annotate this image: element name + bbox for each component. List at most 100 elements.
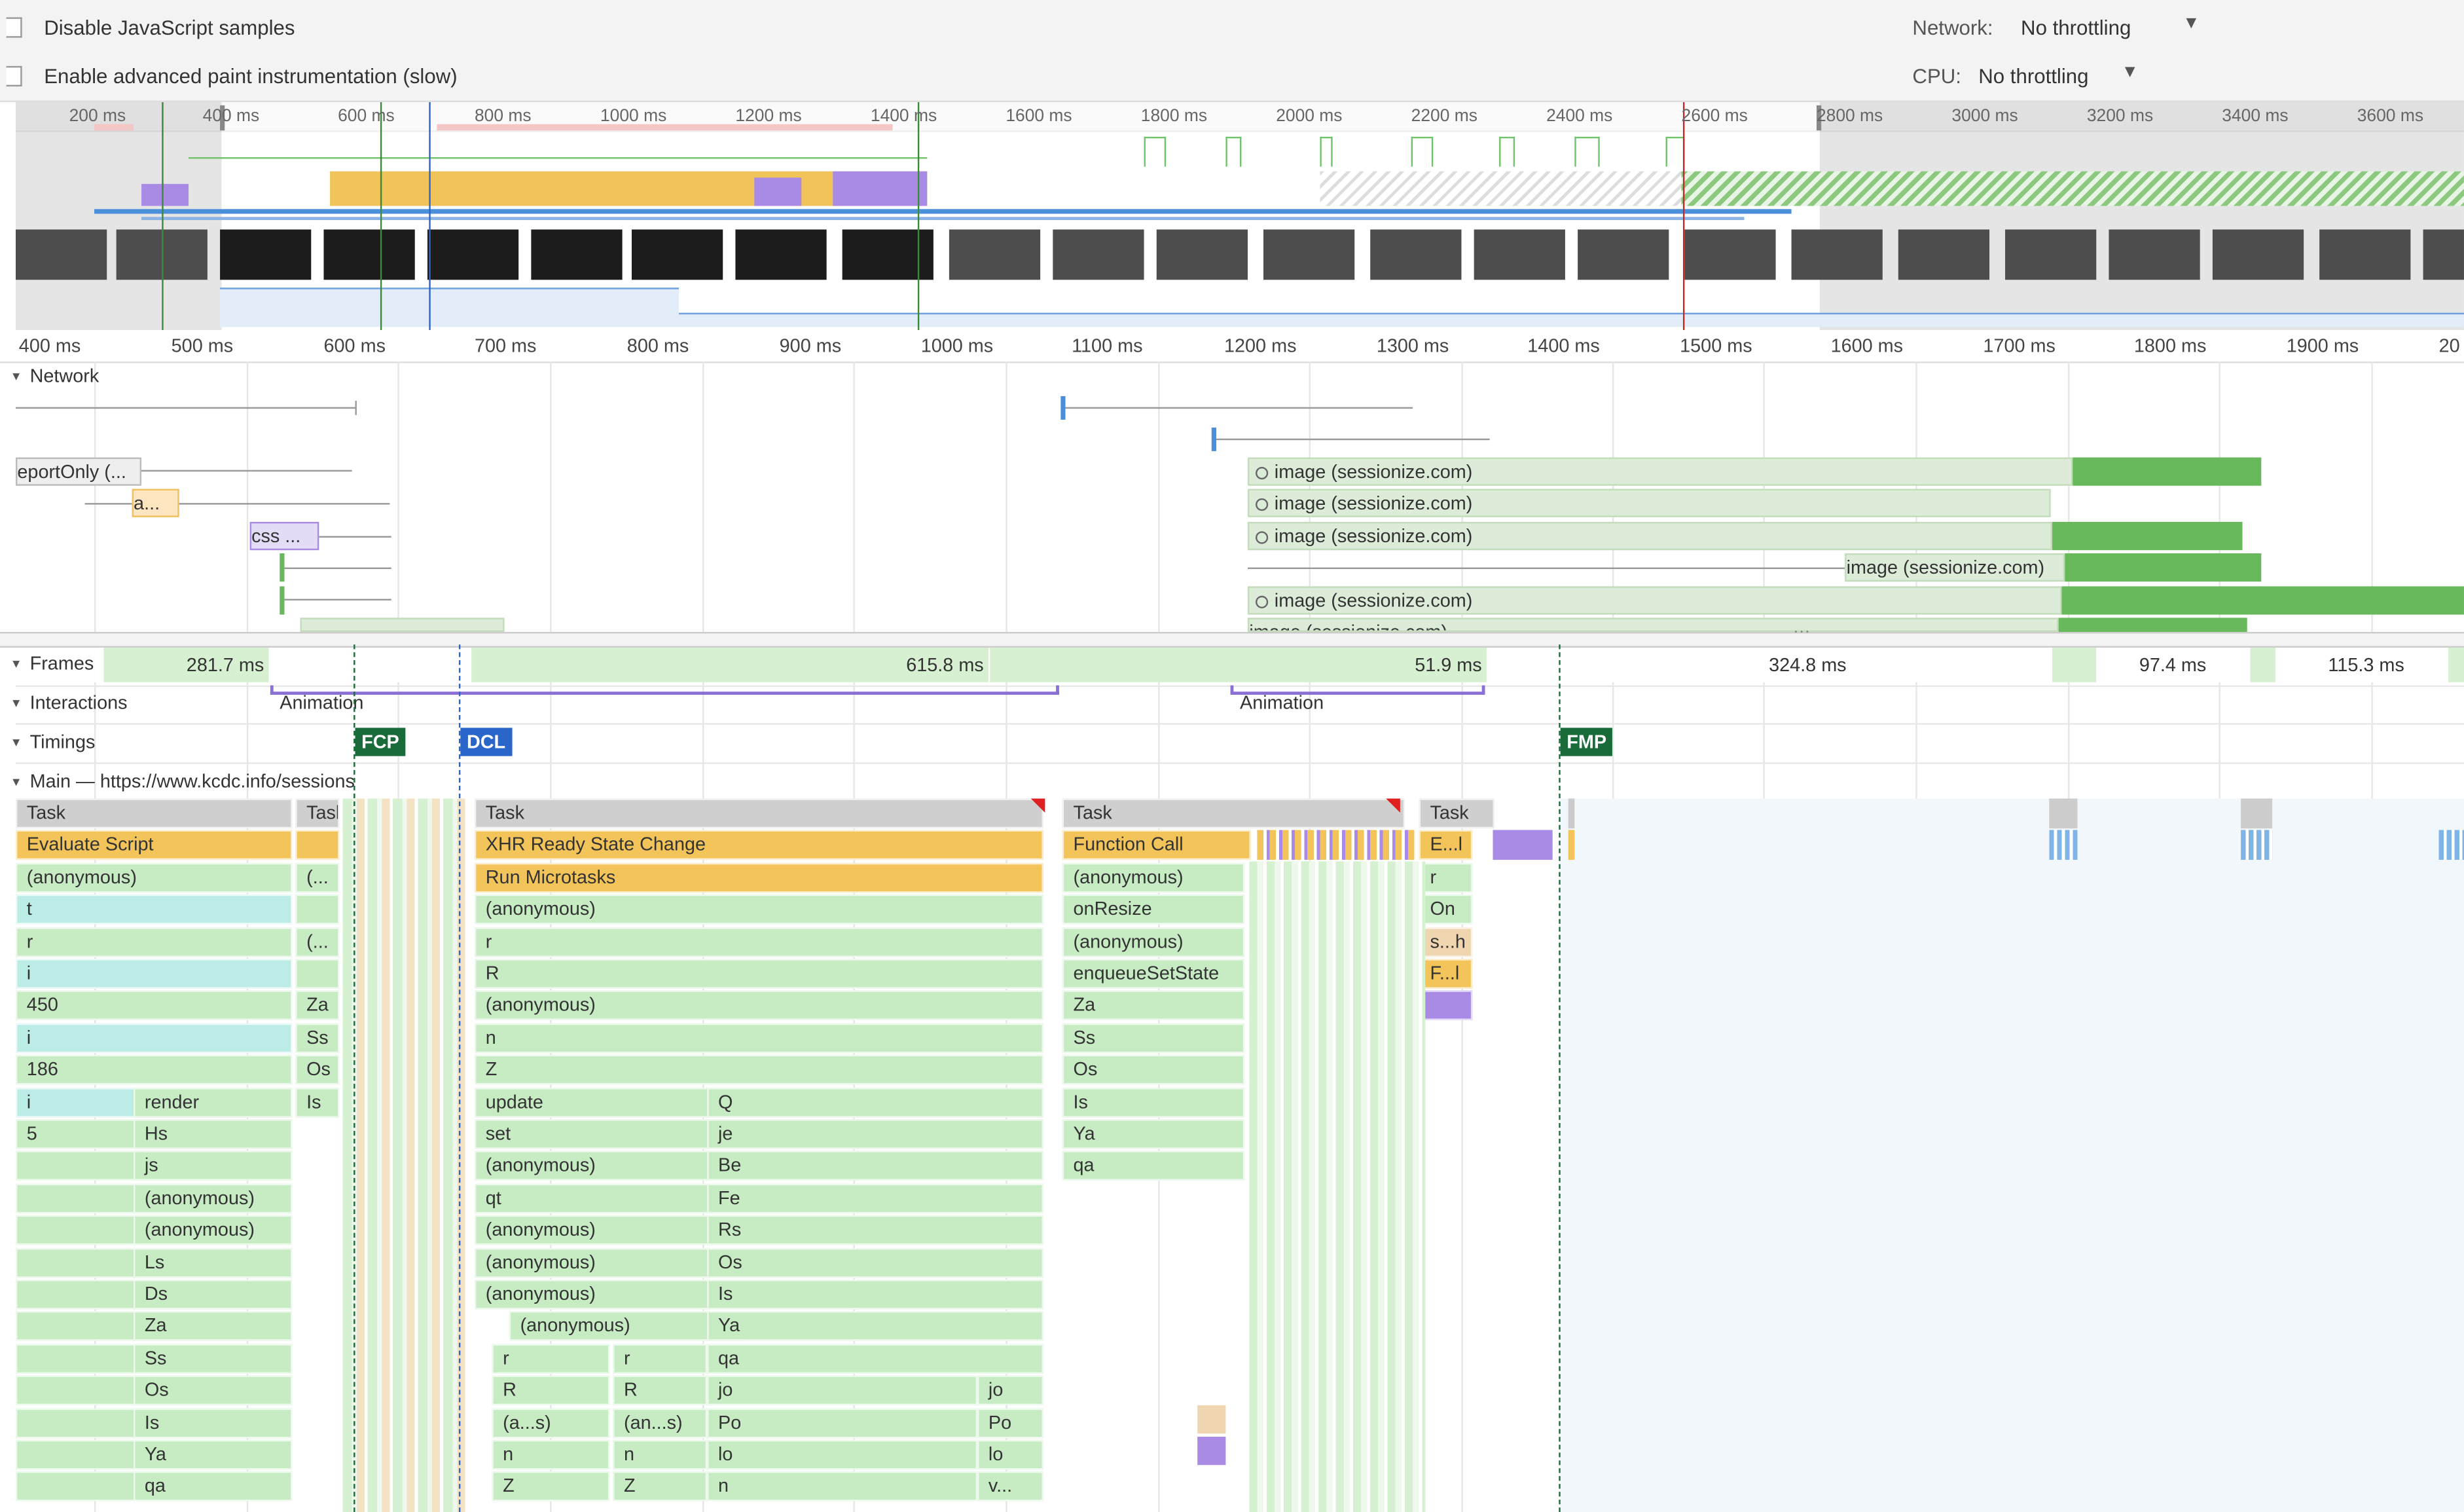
flame-entry[interactable]: Z — [492, 1471, 610, 1502]
network-request-bar[interactable]: a... — [132, 489, 179, 517]
flame-entry[interactable]: Z — [474, 1055, 1043, 1085]
flame-entry[interactable]: R — [613, 1375, 708, 1406]
flame-entry[interactable]: (anonymous) — [474, 991, 1043, 1021]
expand-triangle-icon[interactable]: ▾ — [12, 695, 20, 712]
flame-entry[interactable]: Is — [1062, 1087, 1245, 1117]
flame-entry[interactable]: n — [492, 1439, 610, 1470]
flame-entry[interactable]: Za — [295, 991, 340, 1021]
flame-entry[interactable]: (... — [295, 927, 340, 957]
flame-entry[interactable]: (a...s) — [492, 1407, 610, 1438]
flame-entry[interactable]: 450 — [16, 991, 293, 1021]
flame-entry[interactable]: (... — [295, 862, 340, 893]
flame-entry[interactable]: Os — [1062, 1055, 1245, 1085]
flame-entry[interactable]: je — [707, 1119, 1043, 1149]
flame-entry[interactable]: E...l — [1419, 830, 1473, 861]
flame-entry[interactable]: v... — [977, 1471, 1043, 1502]
flame-entry[interactable]: jo — [977, 1375, 1043, 1406]
flame-entry[interactable]: Q — [707, 1087, 1043, 1117]
flame-entry[interactable]: Ss — [1062, 1023, 1245, 1053]
fcp-marker[interactable]: FCP — [355, 728, 406, 756]
task-entry[interactable]: Task — [1419, 798, 1495, 829]
frame-bar[interactable]: 115.3 ms — [2275, 648, 2411, 682]
flame-entry[interactable]: r — [474, 927, 1043, 957]
flame-entry[interactable]: i — [16, 959, 293, 989]
flame-entry[interactable]: (anonymous) — [474, 1280, 711, 1310]
frame-bar[interactable]: 324.8 ms — [1560, 648, 1853, 682]
flame-entry[interactable]: Z — [613, 1471, 708, 1502]
task-entry[interactable]: Task — [16, 798, 293, 829]
frame-bar[interactable]: 97.4 ms — [2096, 648, 2213, 682]
flame-entry[interactable]: Function Call — [1062, 830, 1251, 861]
flame-entry[interactable]: js — [134, 1151, 293, 1181]
flame-entry[interactable] — [295, 959, 340, 989]
flame-entry[interactable]: s...h — [1419, 927, 1473, 957]
image-request-bar[interactable]: image (sessionize.com) — [1247, 521, 2053, 551]
flame-entry[interactable]: qa — [707, 1343, 1043, 1374]
flame-entry[interactable]: R — [474, 959, 1043, 989]
image-request-bar[interactable]: image (sessionize.com) — [1247, 618, 2059, 633]
flame-entry[interactable]: Ss — [134, 1343, 293, 1374]
flame-entry[interactable]: Ya — [1062, 1119, 1245, 1149]
flame-entry[interactable]: set — [474, 1119, 711, 1149]
frame-bar[interactable]: 281.7 ms — [103, 648, 270, 682]
flame-entry[interactable]: Is — [134, 1407, 293, 1438]
flame-entry[interactable]: Za — [1062, 991, 1245, 1021]
flame-entry[interactable]: Is — [707, 1280, 1043, 1310]
flame-entry[interactable]: Run Microtasks — [474, 862, 1043, 893]
flame-entry[interactable]: (anonymous) — [1062, 862, 1245, 893]
task-entry[interactable]: Task — [474, 798, 1043, 829]
image-request-bar[interactable]: image (sessionize.com) — [1247, 489, 2051, 517]
flame-entry[interactable]: Os — [295, 1055, 340, 1085]
image-request-bar[interactable]: image (sessionize.com) — [1845, 553, 2065, 582]
flame-entry[interactable]: r — [16, 927, 293, 957]
flame-entry[interactable]: qa — [1062, 1151, 1245, 1181]
task-entry[interactable]: Task — [1062, 798, 1405, 829]
flame-entry[interactable]: (anonymous) — [134, 1183, 293, 1213]
flame-entry[interactable]: r — [492, 1343, 610, 1374]
flame-entry[interactable]: (anonymous) — [16, 862, 293, 893]
flame-entry[interactable]: Be — [707, 1151, 1043, 1181]
animation-interaction[interactable] — [270, 685, 1059, 695]
frame-bar[interactable]: 51.9 ms — [990, 648, 1489, 682]
image-request-bar[interactable]: image (sessionize.com) — [1247, 586, 2062, 615]
flame-entry[interactable]: Ds — [134, 1280, 293, 1310]
flame-entry[interactable] — [1419, 991, 1473, 1021]
flame-entry[interactable]: 186 — [16, 1055, 293, 1085]
task-entry[interactable]: Task — [295, 798, 340, 829]
flame-entry[interactable]: jo — [707, 1375, 978, 1406]
flame-entry[interactable]: n — [613, 1439, 708, 1470]
flame-entry[interactable]: r — [613, 1343, 708, 1374]
flame-entry[interactable]: lo — [977, 1439, 1043, 1470]
network-request-bar[interactable]: css ... — [249, 521, 319, 551]
flame-entry[interactable]: qt — [474, 1183, 711, 1213]
more-icon[interactable]: ··· — [1793, 623, 1810, 642]
disable-js-samples-label[interactable]: Disable JavaScript samples — [44, 16, 295, 39]
flame-entry[interactable]: enqueueSetState — [1062, 959, 1245, 989]
expand-triangle-icon[interactable]: ▾ — [12, 368, 20, 385]
flame-entry[interactable]: (anonymous) — [1062, 927, 1245, 957]
track-resize-handle[interactable] — [0, 632, 2464, 648]
flame-entry[interactable] — [295, 894, 340, 925]
advanced-paint-checkbox[interactable] — [6, 65, 22, 87]
advanced-paint-label[interactable]: Enable advanced paint instrumentation (s… — [44, 64, 457, 88]
flame-entry[interactable]: (anonymous) — [474, 1151, 711, 1181]
flame-entry[interactable]: Po — [707, 1407, 978, 1438]
disable-js-samples-checkbox[interactable] — [6, 17, 22, 38]
flame-entry[interactable]: Rs — [707, 1215, 1043, 1245]
timings-track-header[interactable]: Timings — [30, 731, 96, 753]
flame-entry[interactable]: Os — [707, 1247, 1043, 1278]
flame-entry[interactable]: render — [134, 1087, 293, 1117]
frame-bar[interactable]: 615.8 ms — [471, 648, 990, 682]
network-throttle-select[interactable]: No throttling — [2021, 16, 2131, 39]
flame-entry[interactable]: (anonymous) — [474, 894, 1043, 925]
expand-triangle-icon[interactable]: ▾ — [12, 734, 20, 751]
flame-entry[interactable]: lo — [707, 1439, 978, 1470]
network-request-bar[interactable]: eportOnly (... — [16, 457, 142, 486]
expand-triangle-icon[interactable]: ▾ — [12, 773, 20, 790]
flame-entry[interactable] — [295, 830, 340, 861]
flame-entry[interactable]: qa — [134, 1471, 293, 1502]
flame-entry[interactable]: Po — [977, 1407, 1043, 1438]
fmp-marker[interactable]: FMP — [1560, 728, 1613, 756]
flame-entry[interactable]: r — [1419, 862, 1473, 893]
chevron-down-icon[interactable]: ▼ — [2183, 14, 2200, 33]
